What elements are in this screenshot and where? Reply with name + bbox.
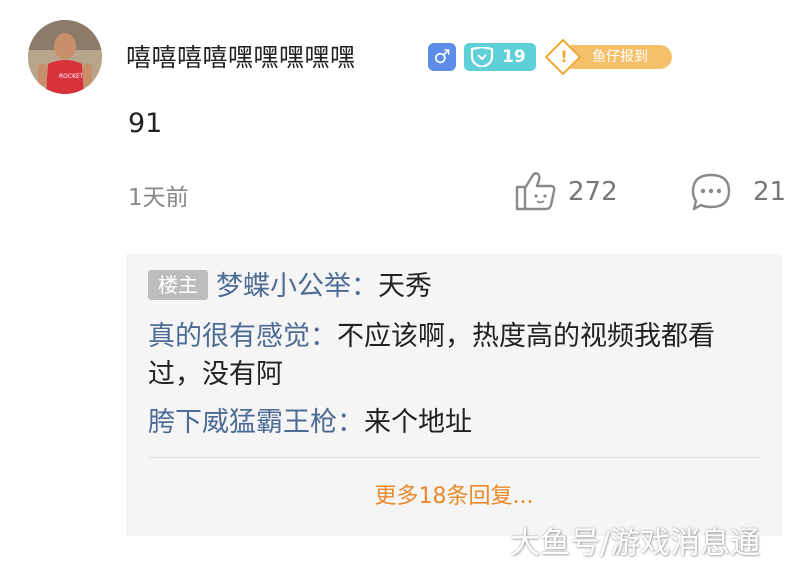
like-count: 272 (568, 177, 618, 207)
reply-text: 天秀 (378, 271, 432, 302)
level-number: 19 (502, 47, 526, 67)
watermark: 大鱼号/游戏消息通 (510, 526, 761, 561)
report-badge: 鱼仔报到 ! (544, 38, 672, 76)
avatar[interactable]: ROCKETS (28, 20, 102, 94)
reply-author[interactable]: 梦蝶小公举 (216, 271, 351, 302)
host-tag: 楼主 (148, 270, 208, 300)
reply-author[interactable]: 真的很有感觉 (148, 321, 310, 352)
post-content: 91 (128, 108, 163, 139)
reply-text: 来个地址 (364, 407, 472, 438)
more-replies-link[interactable]: 更多18条回复... (126, 478, 782, 510)
reply-author[interactable]: 胯下威猛霸王枪 (148, 407, 337, 438)
male-icon: ♂ (428, 43, 456, 71)
reply-item[interactable]: 胯下威猛霸王枪：来个地址 (148, 404, 768, 442)
comment-bubble-icon[interactable] (690, 172, 732, 212)
thumbs-up-icon[interactable] (514, 170, 558, 212)
level-shield-icon (470, 47, 494, 67)
report-badge-label: 鱼仔报到 (592, 49, 648, 65)
timestamp: 1天前 (128, 185, 189, 211)
reply-item[interactable]: 楼主 梦蝶小公举：天秀 (148, 268, 768, 306)
reply-item[interactable]: 真的很有感觉：不应该啊，热度高的视频我都看过，没有阿 (148, 318, 768, 394)
reply-box: 楼主 梦蝶小公举：天秀 真的很有感觉：不应该啊，热度高的视频我都看过，没有阿 胯下… (126, 254, 782, 536)
divider (148, 457, 762, 458)
username[interactable]: 嘻嘻嘻嘻嘿嘿嘿嘿嘿 (126, 38, 356, 74)
level-badge: 19 (464, 43, 536, 71)
comment-count: 21 (753, 177, 787, 207)
